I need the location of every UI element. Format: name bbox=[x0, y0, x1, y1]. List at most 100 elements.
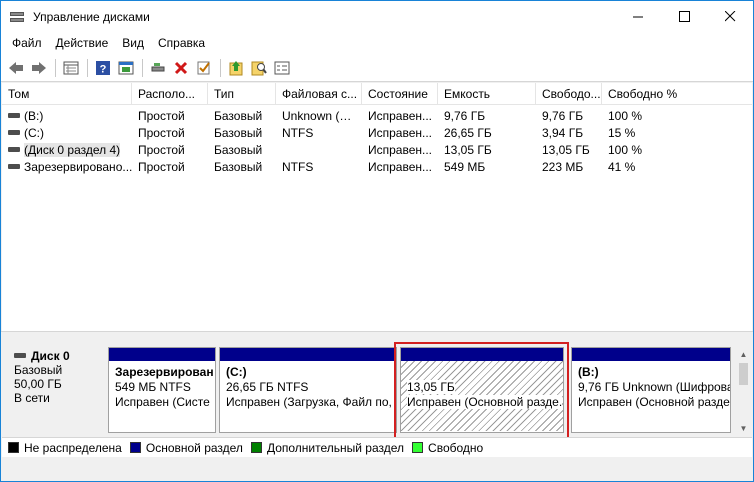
volume-name-cell: Зарезервировано... bbox=[2, 159, 132, 176]
settings-list-icon bbox=[274, 61, 290, 74]
volume-name-cell: (C:) bbox=[2, 125, 132, 142]
menu-bar: Файл Действие Вид Справка bbox=[1, 32, 753, 54]
percent-free-cell: 41 % bbox=[608, 160, 636, 174]
partition-status: Исправен (Основной разде bbox=[578, 395, 730, 409]
disk-management-window: Управление дисками Файл Действие Вид Спр… bbox=[0, 0, 754, 482]
disk-status: В сети bbox=[14, 391, 50, 405]
window-title: Управление дисками bbox=[33, 9, 150, 24]
legend-label: Свободно bbox=[428, 440, 484, 455]
volume-name-cell: (Диск 0 раздел 4) bbox=[2, 142, 132, 159]
legend-label: Основной раздел bbox=[145, 440, 243, 455]
volume-icon bbox=[8, 147, 20, 153]
scroll-up-arrow-icon[interactable]: ▲ bbox=[735, 347, 752, 361]
scroll-down-arrow-icon[interactable]: ▼ bbox=[735, 421, 752, 435]
type-cell: Базовый bbox=[214, 126, 263, 140]
delete-button[interactable] bbox=[170, 57, 192, 79]
type-cell: Базовый bbox=[214, 109, 263, 123]
menu-help[interactable]: Справка bbox=[151, 36, 212, 50]
partition-size: 13,05 ГБ bbox=[407, 380, 455, 394]
settings-list-button[interactable] bbox=[271, 57, 293, 79]
primary-partition-bar bbox=[109, 348, 215, 361]
check-button[interactable] bbox=[193, 57, 215, 79]
table-row[interactable]: (B:) Простой Базовый Unknown (… Исправен… bbox=[2, 108, 752, 125]
disk-management-app-icon bbox=[9, 9, 25, 25]
capacity-cell: 13,05 ГБ bbox=[444, 143, 492, 157]
menu-file[interactable]: Файл bbox=[5, 36, 49, 50]
column-header-free-space[interactable]: Свободо... bbox=[536, 83, 602, 105]
column-header-percent-free[interactable]: Свободно % bbox=[602, 83, 752, 105]
column-header-status[interactable]: Состояние bbox=[362, 83, 438, 105]
filesystem-cell: Unknown (… bbox=[282, 109, 352, 123]
primary-partition-bar bbox=[401, 348, 563, 361]
vertical-scrollbar[interactable]: ▲ ▼ bbox=[735, 347, 752, 435]
partition-size: 9,76 ГБ Unknown (Шифрова bbox=[578, 380, 730, 394]
percent-free-cell: 100 % bbox=[608, 109, 643, 123]
column-header-capacity[interactable]: Емкость bbox=[438, 83, 536, 105]
volume-name-cell: (B:) bbox=[2, 108, 132, 125]
disk-info-panel[interactable]: Диск 0 Базовый 50,00 ГБ В сети bbox=[6, 343, 106, 425]
forward-icon bbox=[32, 61, 46, 74]
partition-name: (C:) bbox=[226, 365, 247, 379]
partition-name: Зарезервирован bbox=[115, 365, 214, 379]
disk-name: Диск 0 bbox=[31, 349, 70, 363]
title-bar: Управление дисками bbox=[1, 1, 753, 32]
legend-swatch bbox=[8, 442, 19, 453]
disk-icon bbox=[14, 352, 26, 358]
back-button[interactable] bbox=[5, 57, 27, 79]
partition-reserved[interactable]: Зарезервирован 549 МБ NTFS Исправен (Сис… bbox=[108, 347, 216, 433]
status-cell: Исправен... bbox=[368, 160, 433, 174]
partition-size: 26,65 ГБ NTFS bbox=[226, 380, 309, 394]
legend-label: Дополнительный раздел bbox=[266, 440, 405, 455]
check-icon bbox=[197, 61, 210, 74]
partition-size: 549 МБ NTFS bbox=[115, 380, 191, 394]
partition-4-selected[interactable]: 13,05 ГБ Исправен (Основной разде. bbox=[400, 347, 564, 433]
filesystem-cell bbox=[276, 142, 362, 159]
legend-bar: Не распределена Основной раздел Дополнит… bbox=[2, 437, 752, 457]
volume-icon bbox=[8, 113, 20, 119]
legend-swatch bbox=[129, 442, 141, 453]
primary-partition-bar bbox=[220, 348, 396, 361]
legend-swatch bbox=[250, 442, 262, 453]
partition-status: Исправен (Систе bbox=[115, 395, 210, 409]
svg-text:?: ? bbox=[100, 63, 107, 75]
column-header-type[interactable]: Тип bbox=[208, 83, 276, 105]
volume-list-header: Том Располо... Тип Файловая с... Состоян… bbox=[2, 83, 752, 105]
table-row[interactable]: (Диск 0 раздел 4) Простой Базовый Исправ… bbox=[2, 142, 752, 159]
volume-icon bbox=[8, 164, 20, 170]
connect-icon bbox=[151, 62, 165, 71]
menu-action[interactable]: Действие bbox=[49, 36, 116, 50]
forward-button[interactable] bbox=[28, 57, 50, 79]
new-folder-icon bbox=[229, 60, 243, 75]
capacity-cell: 26,65 ГБ bbox=[444, 126, 492, 140]
layout-cell: Простой bbox=[138, 126, 185, 140]
table-row[interactable]: Зарезервировано... Простой Базовый NTFS … bbox=[2, 159, 752, 176]
table-row[interactable]: (C:) Простой Базовый NTFS Исправен... 26… bbox=[2, 125, 752, 142]
connect-button[interactable] bbox=[147, 57, 169, 79]
status-cell: Исправен... bbox=[368, 109, 433, 123]
status-bar bbox=[2, 457, 752, 481]
partition-status: Исправен (Загрузка, Файл по, bbox=[226, 395, 392, 409]
close-button[interactable] bbox=[707, 1, 753, 32]
maximize-icon bbox=[678, 11, 690, 22]
partition-b[interactable]: (B:) 9,76 ГБ Unknown (Шифрова Исправен (… bbox=[571, 347, 731, 433]
column-header-layout[interactable]: Располо... bbox=[132, 83, 208, 105]
menu-view[interactable]: Вид bbox=[115, 36, 151, 50]
search-button[interactable] bbox=[248, 57, 270, 79]
new-folder-button[interactable] bbox=[225, 57, 247, 79]
column-header-volume[interactable]: Том bbox=[2, 83, 132, 105]
layout-cell: Простой bbox=[138, 143, 185, 157]
list-view-button[interactable] bbox=[60, 57, 82, 79]
minimize-button[interactable] bbox=[615, 1, 661, 32]
scroll-thumb[interactable] bbox=[739, 363, 748, 385]
minimize-icon bbox=[632, 16, 643, 18]
legend-item-unallocated: Не распределена bbox=[8, 441, 122, 455]
disk-size: 50,00 ГБ bbox=[14, 377, 62, 391]
partition-c[interactable]: (C:) 26,65 ГБ NTFS Исправен (Загрузка, Ф… bbox=[219, 347, 397, 433]
free-space-cell: 13,05 ГБ bbox=[542, 143, 590, 157]
help-button[interactable]: ? bbox=[92, 57, 114, 79]
free-space-cell: 9,76 ГБ bbox=[542, 109, 584, 123]
column-header-filesystem[interactable]: Файловая с... bbox=[276, 83, 362, 105]
properties-button[interactable] bbox=[115, 57, 137, 79]
legend-item-free: Свободно bbox=[412, 441, 483, 455]
maximize-button[interactable] bbox=[661, 1, 707, 32]
